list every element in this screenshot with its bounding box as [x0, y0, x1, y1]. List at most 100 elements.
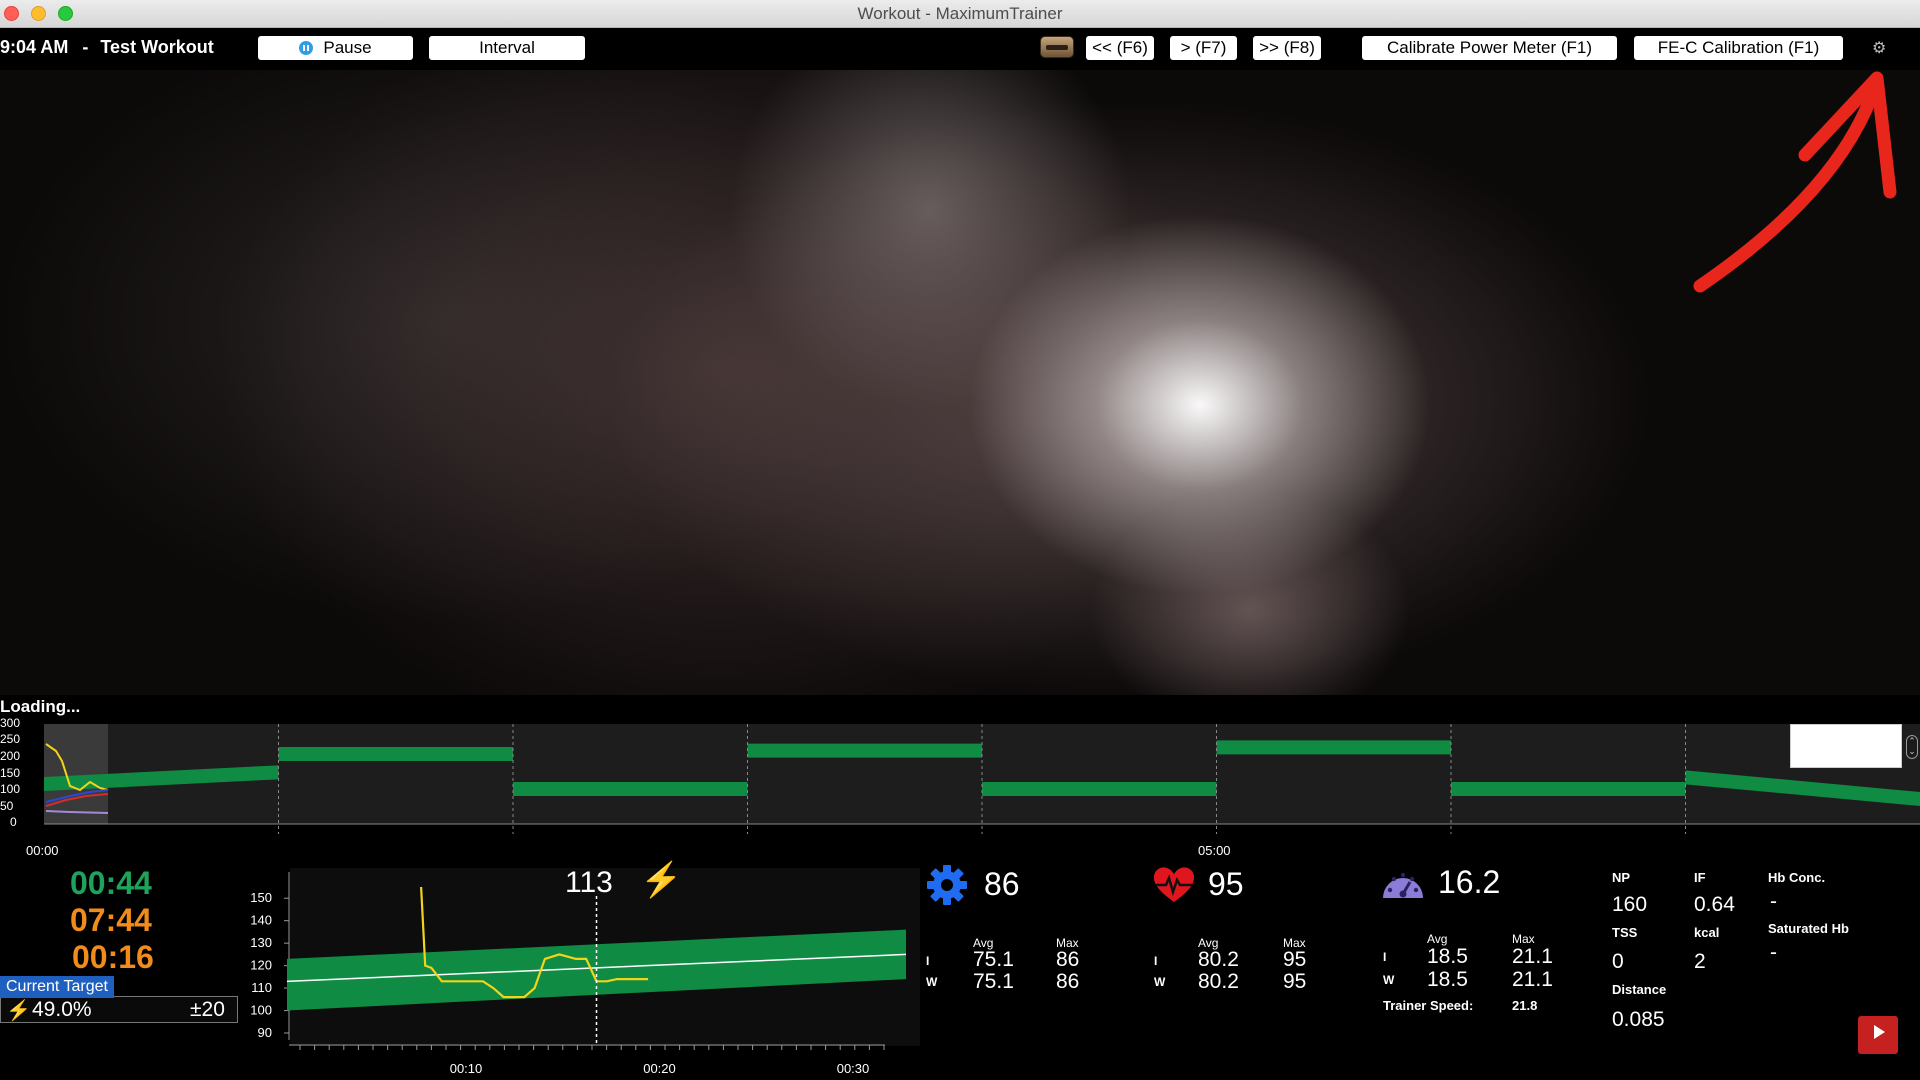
- overview-y-tick: 50: [0, 799, 14, 813]
- header-separator: -: [82, 37, 89, 57]
- speed-interval-max: 21.1: [1512, 945, 1553, 968]
- power-y-tick-label: 130: [250, 935, 272, 950]
- power-y-tick-label: 100: [250, 1003, 272, 1018]
- saturated-hb-value: -: [1770, 941, 1777, 964]
- speed-avg-header: Avg: [1427, 932, 1448, 946]
- overview-y-tick: 150: [0, 766, 21, 780]
- power-x-tick-label: 00:10: [450, 1061, 483, 1076]
- progress-shade: [44, 724, 108, 824]
- window-title: Workout - MaximumTrainer: [857, 4, 1063, 23]
- workout-video: [0, 70, 1920, 695]
- hr-interval-max: 95: [1283, 948, 1307, 971]
- pause-label: Pause: [323, 38, 372, 57]
- spinbox-arrows[interactable]: ⌃ ⌄: [1906, 735, 1918, 759]
- overview-interval-block: [982, 782, 1217, 796]
- current-target-label: Current Target: [0, 976, 114, 998]
- overview-interval-block: [1216, 740, 1451, 755]
- power-y-tick-label: 150: [250, 890, 272, 905]
- saturated-hb-label: Saturated Hb: [1768, 921, 1849, 936]
- play-button[interactable]: > (F7): [1170, 36, 1237, 60]
- overview-y-tick: 250: [0, 732, 21, 746]
- clock-time: 9:04 AM: [0, 37, 69, 57]
- red-arrow-annotation: [1693, 71, 1897, 293]
- cadence-interval-max: 86: [1056, 948, 1080, 971]
- overview-y-tick: 100: [0, 782, 21, 796]
- heart-rate-icon: [1153, 867, 1195, 902]
- trainer-speed-label: Trainer Speed:: [1383, 998, 1474, 1013]
- power-y-tick-label: 140: [250, 913, 272, 928]
- workout-toolbar: 9:04 AM - Test Workout Pause Interval <<…: [0, 28, 1920, 70]
- youtube-subscribe-icon[interactable]: [1858, 1016, 1898, 1054]
- power-y-tick-label: 120: [250, 958, 272, 973]
- speed-workout-avg: 18.5: [1427, 968, 1468, 991]
- settings-gear-icon[interactable]: ⚙: [1872, 38, 1886, 58]
- remaining-timer: 07:44: [70, 902, 152, 938]
- target-tolerance: ±20: [190, 998, 225, 1021]
- speed-interval-avg: 18.5: [1427, 945, 1468, 968]
- cadence-interval-avg: 75.1: [973, 948, 1014, 971]
- overview-interval-block: [1451, 782, 1686, 796]
- workout-name: Test Workout: [100, 37, 214, 57]
- np-value: 160: [1612, 893, 1648, 916]
- hr-interval-label: I: [1154, 954, 1158, 968]
- cadence-gear-icon: [927, 865, 967, 905]
- overview-y-tick: 0: [10, 815, 17, 829]
- workout-overview: [0, 716, 1920, 834]
- power-y-tick-label: 110: [251, 980, 272, 995]
- window-titlebar: Workout - MaximumTrainer: [0, 0, 1920, 28]
- hb-conc-value: -: [1770, 890, 1777, 913]
- overview-chart: [44, 724, 1920, 834]
- overview-interval-block: [513, 782, 748, 796]
- speed-max-header: Max: [1512, 932, 1535, 946]
- overview-x-tick: 05:00: [1198, 843, 1231, 858]
- next-interval-button[interactable]: >> (F8): [1253, 36, 1321, 60]
- cadence-workout-label: W: [926, 975, 938, 989]
- hb-conc-label: Hb Conc.: [1768, 870, 1826, 885]
- elapsed-timer: 00:44: [70, 865, 152, 901]
- pause-icon: [299, 41, 314, 55]
- calibrate-power-meter-button[interactable]: Calibrate Power Meter (F1): [1362, 36, 1617, 60]
- trainer-device-icon[interactable]: [1040, 36, 1074, 58]
- cadence-workout-avg: 75.1: [973, 970, 1014, 993]
- hr-workout-max: 95: [1283, 970, 1307, 993]
- previous-interval-button[interactable]: << (F6): [1086, 36, 1154, 60]
- heart-rate-value: 95: [1208, 866, 1244, 902]
- interval-button[interactable]: Interval: [429, 36, 585, 60]
- loading-status: Loading...: [0, 697, 81, 716]
- speedometer-icon: [1383, 872, 1423, 898]
- cadence-value: 86: [984, 866, 1020, 902]
- speed-workout-max: 21.1: [1512, 968, 1553, 991]
- hr-interval-avg: 80.2: [1198, 948, 1239, 971]
- trainer-speed-value: 21.8: [1512, 998, 1538, 1013]
- pause-button[interactable]: Pause: [258, 36, 413, 60]
- if-label: IF: [1694, 870, 1706, 885]
- interval-spinbox[interactable]: [1790, 724, 1902, 768]
- overview-x-tick: 00:00: [26, 843, 59, 858]
- target-percent: 49.0%: [32, 998, 92, 1021]
- hr-workout-avg: 80.2: [1198, 970, 1239, 993]
- if-value: 0.64: [1694, 893, 1735, 916]
- kcal-value: 2: [1694, 950, 1706, 973]
- cadence-workout-max: 86: [1056, 970, 1080, 993]
- tss-label: TSS: [1612, 925, 1638, 940]
- speed-interval-label: I: [1383, 950, 1387, 964]
- overview-y-tick: 300: [0, 716, 21, 730]
- overview-interval-block: [278, 747, 513, 761]
- power-x-tick-label: 00:20: [643, 1061, 676, 1076]
- current-power: 113: [565, 866, 613, 899]
- kcal-label: kcal: [1694, 925, 1720, 940]
- power-y-tick-label: 90: [258, 1025, 272, 1040]
- power-x-tick-label: 00:30: [837, 1061, 870, 1076]
- distance-label: Distance: [1612, 982, 1667, 997]
- cadence-interval-label: I: [926, 954, 930, 968]
- speed-value: 16.2: [1438, 864, 1501, 900]
- fec-calibration-button[interactable]: FE-C Calibration (F1): [1634, 36, 1843, 60]
- power-bolt-icon: ⚡: [640, 861, 683, 899]
- overview-interval-block: [747, 743, 982, 758]
- tss-value: 0: [1612, 950, 1624, 973]
- speed-workout-label: W: [1383, 973, 1395, 987]
- np-label: NP: [1612, 870, 1631, 885]
- interval-timer: 00:16: [72, 939, 154, 975]
- hr-workout-label: W: [1154, 975, 1166, 989]
- lightning-icon: ⚡: [6, 1000, 31, 1022]
